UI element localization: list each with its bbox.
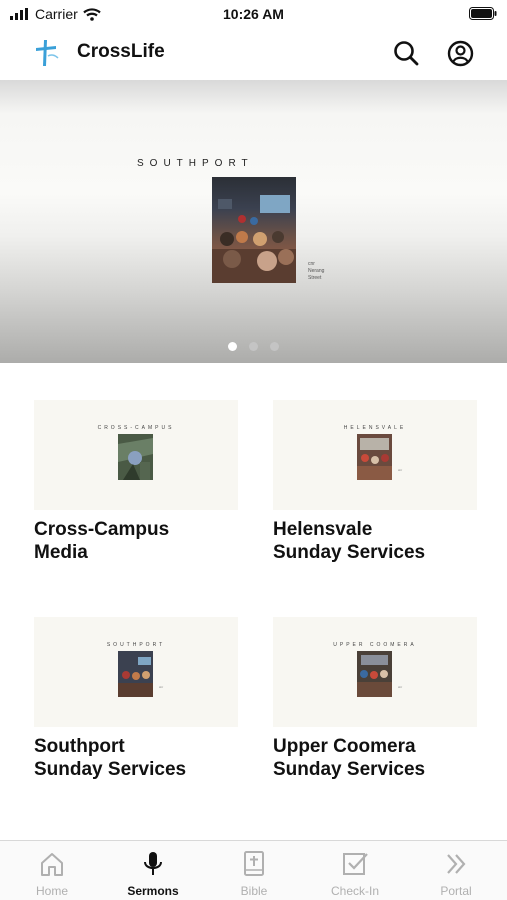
- hero-caption-line: Street: [308, 275, 322, 281]
- hero-photo: [212, 177, 296, 283]
- thumb-caption: cnr: [398, 685, 402, 689]
- account-button[interactable]: [445, 38, 475, 68]
- card-title: Upper Coomera Sunday Services: [273, 735, 481, 781]
- card-thumbnail: UPPER COOMERA cnr: [273, 617, 477, 727]
- thumb-photo: [357, 651, 392, 697]
- home-icon: [41, 853, 63, 876]
- carousel-dots: [0, 342, 507, 351]
- card-title-line: Upper Coomera: [273, 736, 416, 757]
- check-in-icon: [343, 853, 368, 875]
- hero-campus-label: SOUTHPORT: [137, 158, 254, 169]
- card-title-line: Sunday Services: [273, 759, 426, 780]
- card-cross-campus-media[interactable]: CROSS-CAMPUS Cross-Campus Media: [34, 400, 242, 564]
- thumb-label: HELENSVALE: [343, 425, 407, 431]
- status-time: 10:26 AM: [223, 6, 284, 22]
- tab-label: Sermons: [127, 884, 179, 898]
- account-icon: [447, 40, 473, 66]
- tab-label: Portal: [440, 884, 472, 898]
- status-bar: Carrier 10:26 AM: [0, 0, 507, 28]
- card-title-line: Southport: [34, 736, 125, 757]
- card-title: Cross-Campus Media: [34, 518, 242, 564]
- tab-label: Home: [35, 884, 68, 898]
- card-title-line: Cross-Campus: [34, 519, 170, 540]
- tab-label: Bible: [240, 884, 268, 898]
- thumb-photo: [118, 434, 153, 480]
- tab-portal[interactable]: Portal: [406, 841, 506, 900]
- thumb-photo: [118, 651, 153, 697]
- carousel-dot[interactable]: [228, 342, 237, 351]
- tab-check-in[interactable]: Check-In: [305, 841, 405, 900]
- card-upper-coomera-sunday-services[interactable]: UPPER COOMERA cnr Upper Coomera Sunday S…: [273, 617, 481, 781]
- card-thumbnail: CROSS-CAMPUS: [34, 400, 238, 510]
- thumb-label: CROSS-CAMPUS: [97, 425, 175, 431]
- tab-label: Check-In: [330, 884, 380, 898]
- card-title-line: Media: [34, 542, 88, 563]
- hero-caption-line: Nerang: [308, 268, 325, 274]
- hero-caption: cnr Nerang Street: [308, 261, 324, 282]
- search-button[interactable]: [391, 38, 421, 68]
- card-title-line: Sunday Services: [34, 759, 187, 780]
- microphone-icon: [144, 852, 162, 875]
- card-title: Helensvale Sunday Services: [273, 518, 481, 564]
- search-icon: [394, 41, 419, 66]
- thumb-caption-line: cnr: [398, 685, 403, 689]
- crosslife-logo: [32, 38, 62, 68]
- thumb-caption: cnr: [159, 685, 163, 689]
- card-southport-sunday-services[interactable]: SOUTHPORT cnr Southport Sunday Services: [34, 617, 242, 781]
- bible-icon: [244, 851, 264, 876]
- card-title: Southport Sunday Services: [34, 735, 242, 781]
- thumb-label: UPPER COOMERA: [333, 642, 417, 648]
- card-thumbnail: HELENSVALE cnr: [273, 400, 477, 510]
- card-thumbnail: SOUTHPORT cnr: [34, 617, 238, 727]
- tab-bible[interactable]: Bible: [204, 841, 304, 900]
- thumb-photo: [357, 434, 392, 480]
- thumb-caption: cnr: [398, 468, 402, 472]
- app-header: CrossLife: [0, 28, 507, 80]
- tab-bar: Home Sermons Bible Check-In Portal: [0, 840, 507, 900]
- carousel-dot[interactable]: [270, 342, 279, 351]
- carousel-dot[interactable]: [249, 342, 258, 351]
- tab-sermons[interactable]: Sermons: [103, 841, 203, 900]
- chevrons-right-icon: [447, 854, 466, 874]
- card-title-line: Helensvale: [273, 519, 373, 540]
- hero-carousel[interactable]: SOUTHPORT cnr Nerang Street: [0, 80, 507, 363]
- card-helensvale-sunday-services[interactable]: HELENSVALE cnr Helensvale Sunday Service…: [273, 400, 481, 564]
- hero-caption-line: cnr: [308, 261, 315, 267]
- thumb-caption-line: cnr: [398, 468, 403, 472]
- card-title-line: Sunday Services: [273, 542, 426, 563]
- thumb-label: SOUTHPORT: [106, 642, 166, 648]
- thumb-caption-line: cnr: [159, 685, 164, 689]
- tab-home[interactable]: Home: [2, 841, 102, 900]
- app-title: CrossLife: [77, 41, 165, 62]
- battery-icon: [469, 7, 497, 25]
